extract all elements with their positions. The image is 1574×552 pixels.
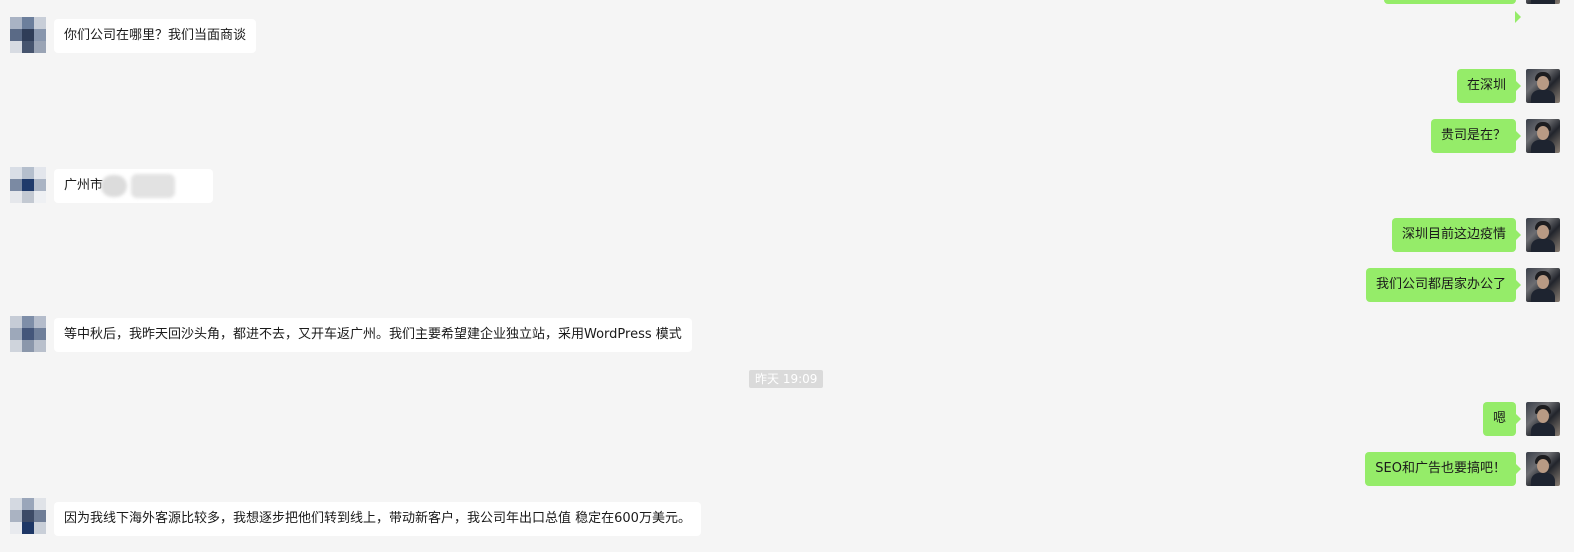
- message-text: 因为我线下海外客源比较多，我想逐步把他们转到线上，带动新客户，我公司年出口总值 …: [64, 511, 691, 526]
- message-text: 等中秋后，我昨天回沙头角，都进不去，又开车返广州。我们主要希望建企业独立站，采用…: [64, 327, 682, 342]
- message-text: 在深圳: [1466, 78, 1506, 93]
- redaction-blur: [101, 174, 128, 197]
- message-bubble[interactable]: 因为我线下海外客源比较多，我想逐步把他们转到线上，带动新客户，我公司年出口总值 …: [54, 502, 701, 536]
- chat-history: 你们公司在哪里？我们当面商谈 在深圳 贵司是在？ 广州市 深圳目前这边疫情 我们…: [0, 0, 1574, 552]
- self-avatar[interactable]: [1526, 452, 1560, 486]
- message-bubble[interactable]: 嗯: [1482, 402, 1522, 436]
- contact-avatar[interactable]: [10, 17, 48, 55]
- contact-avatar[interactable]: [10, 498, 48, 536]
- message-text: 贵司是在？: [1440, 128, 1506, 143]
- message-bubble[interactable]: 等中秋后，我昨天回沙头角，都进不去，又开车返广州。我们主要希望建企业独立站，采用…: [54, 318, 692, 352]
- contact-avatar[interactable]: [10, 167, 48, 205]
- message-bubble[interactable]: SEO和广告也要搞吧！: [1365, 452, 1521, 486]
- self-avatar[interactable]: [1526, 119, 1560, 153]
- self-avatar[interactable]: [1526, 268, 1560, 302]
- message-bubble[interactable]: 在深圳: [1456, 69, 1522, 103]
- message-text: 深圳目前这边疫情: [1401, 227, 1506, 242]
- timestamp-divider: 昨天 19:09: [749, 370, 824, 388]
- message-text: 你们公司在哪里？我们当面商谈: [64, 28, 247, 43]
- message-bubble-partial[interactable]: [1384, 0, 1521, 23]
- self-avatar[interactable]: [1526, 402, 1560, 436]
- message-bubble[interactable]: 广州市: [54, 169, 213, 203]
- message-text: 嗯: [1492, 411, 1506, 426]
- message-bubble[interactable]: 你们公司在哪里？我们当面商谈: [54, 19, 257, 53]
- self-avatar[interactable]: [1526, 218, 1560, 252]
- message-text: 广州市: [64, 178, 104, 193]
- self-avatar[interactable]: [1526, 69, 1560, 103]
- message-bubble[interactable]: 我们公司都居家办公了: [1365, 268, 1522, 302]
- redaction-blur: [131, 173, 176, 198]
- message-bubble[interactable]: 深圳目前这边疫情: [1391, 218, 1522, 252]
- message-bubble[interactable]: 贵司是在？: [1430, 119, 1522, 153]
- self-avatar-partial[interactable]: [1526, 0, 1560, 4]
- message-text: SEO和广告也要搞吧！: [1375, 461, 1506, 476]
- message-text: 我们公司都居家办公了: [1375, 277, 1506, 292]
- contact-avatar[interactable]: [10, 316, 48, 354]
